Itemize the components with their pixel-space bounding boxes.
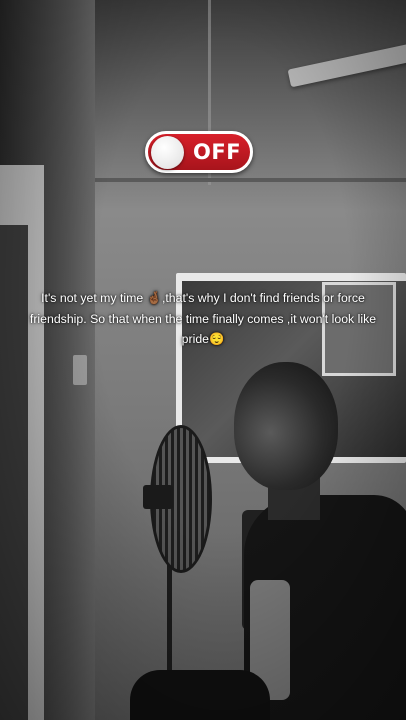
sofa bbox=[130, 670, 270, 720]
off-toggle-switch[interactable]: OFF bbox=[145, 131, 253, 173]
person-head bbox=[234, 362, 338, 490]
ceiling-beam bbox=[85, 178, 406, 182]
overlay-caption: It's not yet my time 🤞🏾,that's why I don… bbox=[29, 291, 377, 346]
toggle-label: OFF bbox=[193, 140, 242, 164]
standing-fan-motor bbox=[143, 485, 173, 509]
background-photo: OFF It's not yet my time 🤞🏾,that's why I… bbox=[0, 0, 406, 720]
light-switch bbox=[73, 355, 87, 385]
toggle-knob[interactable] bbox=[151, 136, 184, 169]
